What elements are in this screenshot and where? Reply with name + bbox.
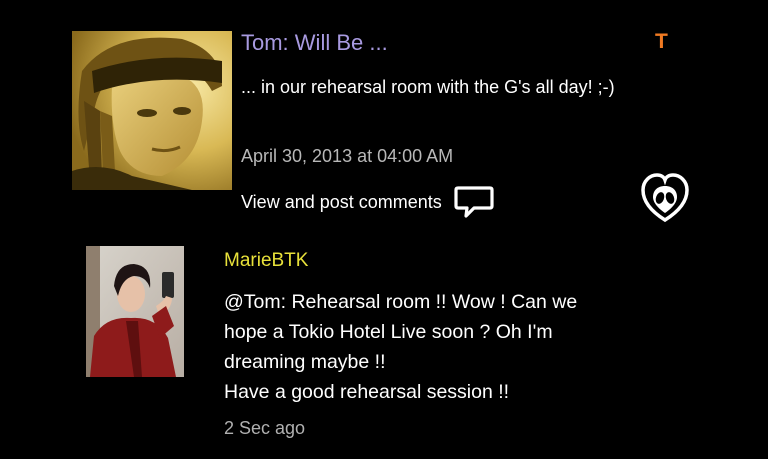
- alien-heart-icon[interactable]: [639, 172, 691, 224]
- comment-timestamp: 2 Sec ago: [224, 418, 306, 438]
- comment-text: @Tom: Rehearsal room !! Wow ! Can we hop…: [224, 287, 694, 407]
- comment-line: dreaming maybe !!: [224, 351, 386, 373]
- post-title[interactable]: Tom: Will Be ...: [241, 30, 388, 56]
- comment-author[interactable]: MarieBTK: [224, 250, 308, 272]
- comment-avatar-photo: [86, 246, 184, 377]
- view-comments-link[interactable]: View and post comments: [241, 185, 494, 219]
- comment-avatar[interactable]: [86, 246, 184, 377]
- comment-line: hope a Tokio Hotel Live soon ? Oh I'm: [224, 321, 553, 343]
- post-date: April 30, 2013 at 04:00 AM: [241, 146, 454, 166]
- comment-line: @Tom: Rehearsal room !! Wow ! Can we: [224, 291, 578, 313]
- tom-badge: T: [655, 30, 668, 53]
- post-body: ... in our rehearsal room with the G's a…: [241, 77, 615, 97]
- post-avatar[interactable]: [72, 31, 232, 190]
- post-avatar-photo: [72, 31, 232, 190]
- speech-bubble-icon: [454, 186, 494, 218]
- comment-line: Have a good rehearsal session !!: [224, 381, 510, 403]
- view-comments-label: View and post comments: [241, 191, 442, 212]
